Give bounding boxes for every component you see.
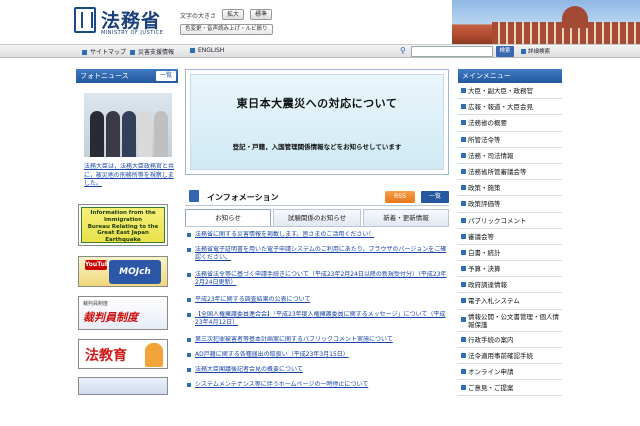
photo-news-header: フォトニュース 一覧: [76, 69, 178, 83]
menu-item-ministers[interactable]: 大臣・副大臣・政務官: [458, 83, 562, 100]
news-item-link[interactable]: 法務省法令等に基づく申請手続きについて（平成23年2月24日以降の新規受付分）（…: [185, 271, 449, 296]
youtube-mojch-banner[interactable]: YouTube MOJch: [78, 256, 168, 287]
menu-item-procurement[interactable]: 政府調達情報: [458, 277, 562, 294]
lay-judge-banner[interactable]: 裁判員制度 裁判員制度: [78, 296, 168, 330]
news-list: 法務省に関する災害情報を掲載します。皆さまのご活用ください！ 法務省電子証明書を…: [185, 226, 449, 396]
banner-line: Information from the Immigration: [90, 210, 156, 223]
photo-news-image[interactable]: [84, 93, 172, 157]
header-building-image: [452, 0, 640, 44]
menu-item-disclosure[interactable]: 情報公開・公文書管理・個人情報保護: [458, 309, 562, 332]
menu-item-evaluation[interactable]: 政策評価等: [458, 196, 562, 213]
menu-item-prior-confirmation[interactable]: 法令適用事前確認手続: [458, 347, 562, 364]
main-content: 東日本大震災への対応について 登記・戸籍，入国管理関係情報などをお知らせしていま…: [185, 69, 449, 396]
information-icon: [189, 190, 199, 202]
font-enlarge-button[interactable]: 拡大: [222, 9, 245, 20]
person-figure: [138, 111, 152, 157]
menu-item-budget[interactable]: 予算・決算: [458, 261, 562, 278]
photo-news-caption-link[interactable]: 法務大臣は，法務大臣政務官と共に，被災地の刑務所等を視察しました。: [84, 163, 174, 191]
lay-judge-banner-title: 裁判員制度: [83, 311, 138, 324]
person-figure: [154, 111, 168, 157]
person-figure: [90, 111, 104, 157]
mascot-icon: [145, 343, 163, 367]
menu-item-statistics[interactable]: 白書・統計: [458, 244, 562, 262]
accessibility-button[interactable]: 色変更・音声読み上げ・ルビ振り: [180, 24, 273, 35]
font-size-label: 文字の大きさ: [180, 13, 217, 20]
nav-english-link[interactable]: ENGLISH: [190, 47, 224, 54]
search-input[interactable]: [411, 46, 493, 57]
information-title: インフォメーション: [207, 193, 279, 202]
moj-logo-icon[interactable]: [74, 7, 96, 33]
menu-item-press[interactable]: 広報・報道・大臣会見: [458, 99, 562, 116]
utility-nav: サイトマップ 災害支援情報 ENGLISH ⚲ 検索 詳細検索: [0, 44, 640, 58]
news-item-link[interactable]: 第三次犯罪被害者等基本計画案に関するパブリックコメント実施について: [185, 336, 449, 351]
information-list-button[interactable]: 一覧: [421, 191, 449, 203]
tab-exam-notices[interactable]: 試験関係のお知らせ: [273, 209, 361, 226]
earthquake-response-banner[interactable]: 東日本大震災への対応について 登記・戸籍，入国管理関係情報などをお知らせしていま…: [185, 69, 449, 175]
menu-item-councils[interactable]: 法務省所管審議会等: [458, 163, 562, 181]
building-dome: [562, 6, 588, 28]
banner-line: Bureau Relating to the: [87, 223, 159, 230]
site-header: 法務省 MINISTRY OF JUSTICE 文字の大きさ 拡大 標準 色変更…: [0, 0, 640, 44]
menu-item-procedures[interactable]: 行政手続の案内: [458, 331, 562, 348]
news-item-link[interactable]: 法務大臣閣議後記者会見の概要について: [185, 366, 449, 381]
menu-item-overview[interactable]: 法務省の概要: [458, 115, 562, 132]
law-education-banner[interactable]: 法教育: [78, 339, 168, 369]
person-figure: [106, 111, 120, 157]
search-button[interactable]: 検索: [496, 46, 514, 57]
information-tabs: お知らせ 試験関係のお知らせ 新着・更新情報: [185, 209, 449, 226]
news-item-link[interactable]: 平成23年に関する調査結果の公表について: [185, 296, 449, 311]
lay-judge-banner-small: 裁判員制度: [83, 301, 109, 307]
bottom-banner[interactable]: [78, 377, 168, 395]
font-standard-button[interactable]: 標準: [250, 9, 273, 20]
immigration-earthquake-banner[interactable]: Information from the Immigration Bureau …: [78, 204, 168, 246]
earthquake-banner-description: 登記・戸籍，入国管理関係情報などをお知らせしています: [232, 143, 402, 151]
tab-notices[interactable]: お知らせ: [185, 209, 271, 226]
menu-item-public-comment[interactable]: パブリックコメント: [458, 212, 562, 229]
photo-news-title: フォトニュース: [80, 72, 129, 80]
news-item-link[interactable]: 【全国人権擁護委員連合会】「平成23年度人権擁護委員に関するメッセージ」について…: [185, 311, 449, 336]
mojch-logo: MOJch: [109, 260, 161, 284]
information-header: インフォメーション RSS 一覧: [185, 188, 449, 206]
left-sidebar: フォトニュース 一覧 法務大臣は，法務大臣政務官と共に，被災地の刑務所等を視察し…: [76, 69, 178, 395]
site-logo-subtitle: MINISTRY OF JUSTICE: [101, 30, 164, 36]
site-logo-title[interactable]: 法務省: [101, 6, 161, 33]
banner-line: Great East Japan Earthquake: [97, 230, 149, 244]
menu-item-e-bidding[interactable]: 電子入札システム: [458, 293, 562, 310]
tab-new-updates[interactable]: 新着・更新情報: [363, 209, 449, 226]
menu-item-feedback[interactable]: ご意見・ご提案: [458, 380, 562, 397]
menu-item-policy[interactable]: 政策・施策: [458, 180, 562, 197]
law-education-title: 法教育: [85, 348, 127, 364]
person-figure: [122, 111, 136, 157]
main-menu-header: メインメニュー: [458, 69, 562, 83]
news-item-link[interactable]: AD戸籍に関する各種届出の取扱い（平成23年3月15日）: [185, 351, 449, 366]
earthquake-banner-inner: 東日本大震災への対応について 登記・戸籍，入国管理関係情報などをお知らせしていま…: [190, 74, 444, 170]
news-item-link[interactable]: 法務省電子証明書を用いた電子申請システムのご利用にあたり，ブラウザのバージョンを…: [185, 246, 449, 271]
menu-item-judicial-info[interactable]: 法務・司法情報: [458, 147, 562, 164]
menu-item-committees[interactable]: 審議会等: [458, 228, 562, 245]
rss-button[interactable]: RSS: [385, 191, 415, 203]
news-item-link[interactable]: システムメンテナンス等に伴うホームページの一時停止について: [185, 381, 449, 396]
youtube-logo-icon: YouTube: [85, 260, 114, 270]
photo-news-list-button[interactable]: 一覧: [155, 71, 176, 81]
menu-item-laws[interactable]: 所管法令等: [458, 131, 562, 148]
right-sidebar: メインメニュー 大臣・副大臣・政務官 広報・報道・大臣会見 法務省の概要 所管法…: [458, 69, 562, 397]
menu-item-online-application[interactable]: オンライン申請: [458, 364, 562, 381]
detail-search-link[interactable]: 詳細検索: [521, 47, 550, 55]
immigration-banner-text: Information from the Immigration Bureau …: [81, 207, 165, 243]
earthquake-banner-title: 東日本大震災への対応について: [236, 97, 398, 110]
search-icon: ⚲: [400, 46, 406, 55]
news-item-link[interactable]: 法務省に関する災害情報を掲載します。皆さまのご活用ください！: [185, 231, 449, 246]
nav-disaster-link[interactable]: 災害支援情報: [130, 47, 174, 56]
nav-sitemap-link[interactable]: サイトマップ: [82, 47, 126, 56]
